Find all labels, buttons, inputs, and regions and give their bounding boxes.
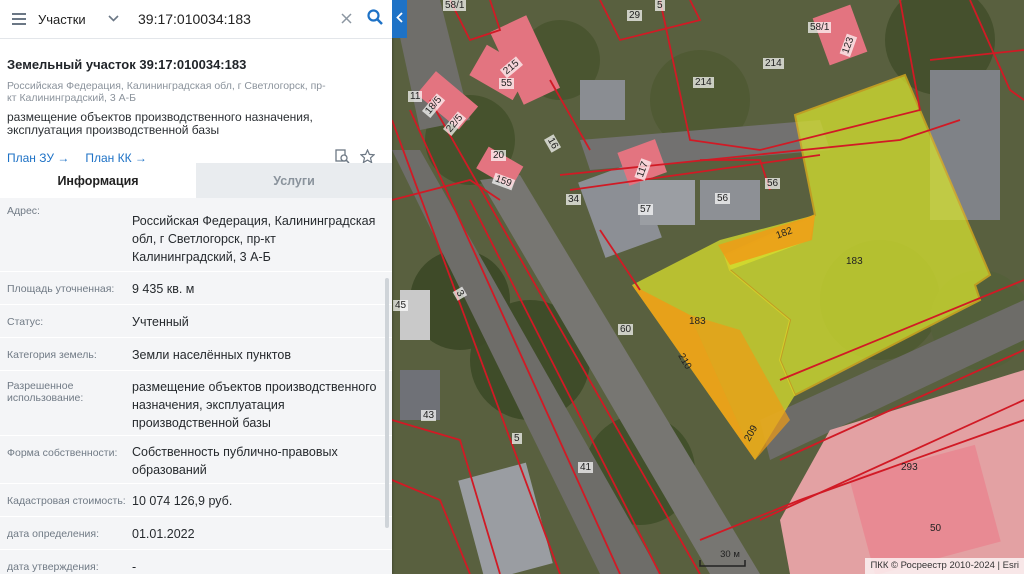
map-label: 34 — [566, 194, 582, 205]
detail-label: Адрес: — [7, 205, 40, 217]
detail-value: Учтенный — [132, 315, 189, 329]
detail-row: Разрешенное использование: размещение об… — [0, 371, 392, 436]
detail-value: 9 435 кв. м — [132, 282, 195, 296]
details-table: Адрес: Российская Федерация, Калининград… — [0, 198, 392, 574]
map-label: 123 — [839, 33, 858, 58]
menu-icon[interactable] — [0, 0, 38, 38]
map-label: 58/1 — [443, 0, 467, 11]
attribution[interactable]: ПКК © Росреестр 2010-2024 | Esri — [865, 558, 1024, 574]
detail-value: 10 074 126,9 руб. — [132, 494, 233, 508]
detail-label: Статус: — [7, 316, 44, 328]
map-label: 22/5 — [442, 110, 467, 137]
search-button[interactable] — [358, 0, 392, 38]
map-label: 293 — [901, 462, 918, 473]
map-label: 56 — [715, 193, 731, 204]
scale-label: 30 м — [720, 549, 740, 560]
clear-icon[interactable] — [334, 9, 358, 29]
tab-bar: Информация Услуги — [0, 163, 392, 198]
map-label: 5 — [512, 433, 522, 444]
map-label: 41 — [578, 462, 594, 473]
search-bar: Участки — [0, 0, 392, 39]
map-label: 50 — [930, 523, 942, 534]
map-label: 209 — [742, 423, 761, 444]
detail-value: размещение объектов производственного на… — [132, 380, 377, 430]
map-label: 57 — [638, 204, 654, 215]
map-label: 210 — [675, 351, 694, 372]
detail-label: дата утверждения: — [7, 561, 99, 573]
map-label: 45 — [393, 300, 409, 311]
search-icon — [367, 8, 383, 30]
search-input[interactable] — [128, 4, 334, 34]
map-label: 214 — [693, 77, 714, 88]
chevron-left-icon — [396, 12, 403, 26]
tab-info[interactable]: Информация — [0, 163, 196, 198]
detail-row: дата определения: 01.01.2022 — [0, 517, 392, 550]
layer-select[interactable]: Участки — [38, 12, 128, 27]
map-label: 183 — [846, 256, 863, 267]
scrollbar[interactable] — [385, 278, 389, 528]
parcel-address: Российская Федерация, Калининградская об… — [7, 80, 326, 104]
detail-label: Кадастровая стоимость: — [7, 495, 126, 507]
map-label: 159 — [491, 172, 515, 191]
map-label: 18/5 — [421, 92, 446, 119]
detail-value: Собственность публично-правовых образова… — [132, 445, 338, 477]
map-label: 16 — [544, 134, 562, 153]
chevron-down-icon — [108, 13, 119, 25]
detail-label: Разрешенное использование: — [7, 380, 84, 404]
map-label: 29 — [627, 10, 643, 21]
layer-select-value: Участки — [38, 11, 86, 27]
map-label: 3 — [452, 286, 467, 301]
parcel-title: Земельный участок 39:17:010034:183 — [7, 57, 247, 72]
detail-label: Категория земель: — [7, 349, 97, 361]
map-label: 215 — [499, 56, 523, 79]
tab-services[interactable]: Услуги — [196, 163, 392, 198]
map-label: 5 — [655, 0, 665, 11]
map-label: 58/1 — [808, 22, 832, 33]
detail-row: Форма собственности: Собственность публи… — [0, 436, 392, 484]
map-label: 43 — [421, 410, 437, 421]
map-label: 11 — [408, 91, 423, 102]
detail-value: 01.01.2022 — [132, 527, 195, 541]
map-label: 117 — [634, 158, 652, 181]
detail-value: Российская Федерация, Калининградская об… — [132, 214, 376, 264]
map-label: 214 — [763, 58, 784, 69]
detail-row: Категория земель: Земли населённых пункт… — [0, 338, 392, 371]
map-label: 20 — [491, 150, 507, 161]
detail-row: Кадастровая стоимость: 10 074 126,9 руб. — [0, 484, 392, 517]
info-panel: Участки Земельный участок 39:17:010034:1… — [0, 0, 392, 574]
map-label: 183 — [689, 316, 706, 327]
detail-label: дата определения: — [7, 528, 100, 540]
detail-label: Площадь уточненная: — [7, 283, 115, 295]
detail-row: Адрес: Российская Федерация, Калининград… — [0, 198, 392, 272]
parcel-purpose: размещение объектов производственного на… — [7, 110, 313, 137]
map-label: 55 — [499, 78, 515, 89]
map-label: 56 — [765, 178, 781, 189]
detail-row: Площадь уточненная: 9 435 кв. м — [0, 272, 392, 305]
detail-value: - — [132, 560, 137, 574]
detail-row: дата утверждения: - — [0, 550, 392, 574]
detail-row: Статус: Учтенный — [0, 305, 392, 338]
detail-value: Земли населённых пунктов — [132, 348, 291, 362]
collapse-panel-button[interactable] — [392, 0, 407, 38]
detail-label: Форма собственности: — [7, 447, 118, 459]
map-label: 60 — [618, 324, 634, 335]
map-label: 182 — [774, 225, 795, 242]
